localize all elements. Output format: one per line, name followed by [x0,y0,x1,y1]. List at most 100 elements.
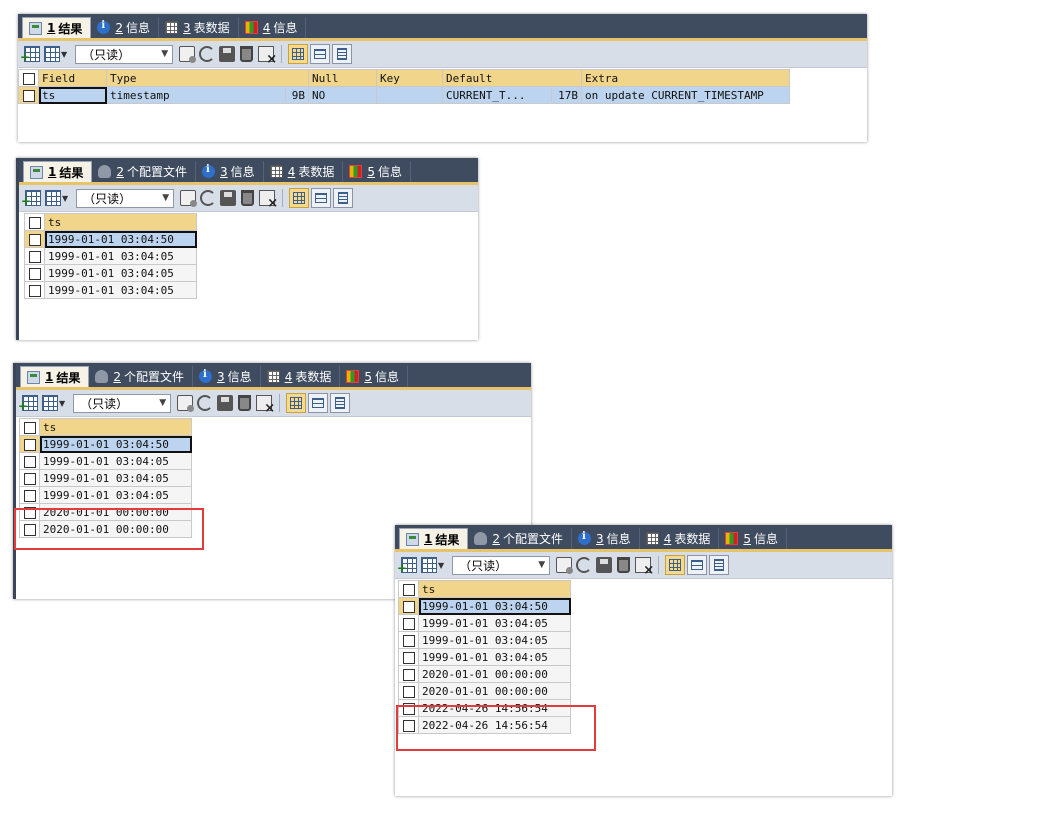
select-all-checkbox[interactable] [24,213,45,231]
row-checkbox[interactable] [19,469,40,487]
export-icon[interactable] [44,46,60,62]
table-row[interactable]: 1999-01-01 03:04:50 [24,230,197,248]
table-row[interactable]: 1999-01-01 03:04:05 [398,614,571,632]
tab-result[interactable]: 1 结果 [22,17,92,38]
cancel-changes-icon[interactable] [256,395,275,416]
row-checkbox[interactable] [24,281,45,299]
column-header[interactable]: Key [376,69,443,87]
cell-type[interactable]: timestamp 9B [106,86,309,104]
readonly-select[interactable]: （只读） ▼ [73,393,172,413]
form-view-button[interactable] [687,555,708,575]
refresh-icon[interactable] [200,190,217,206]
text-view-button[interactable] [709,555,730,575]
export-icon[interactable] [42,395,58,411]
cancel-changes-icon[interactable] [259,190,278,211]
cell-ts[interactable]: 1999-01-01 03:04:05 [418,614,571,632]
cell-ts[interactable]: 2020-01-01 00:00:00 [418,665,571,683]
tab-profile[interactable]: 2 个配置文件 [92,161,197,182]
column-header[interactable]: Field [38,69,107,87]
copy-row-icon[interactable] [179,46,197,63]
column-header[interactable]: Null [308,69,377,87]
chevron-down-icon[interactable]: ▼ [59,399,65,408]
row-checkbox[interactable] [19,435,40,453]
save-icon[interactable] [217,395,234,411]
tab-result[interactable]: 1 结果 [23,161,93,182]
form-view-button[interactable] [308,393,329,413]
cell-ts[interactable]: 1999-01-01 03:04:50 [44,230,197,248]
row-checkbox[interactable] [398,631,419,649]
chevron-down-icon[interactable]: ▼ [438,561,444,570]
grid-view-button[interactable] [289,188,310,208]
readonly-select[interactable]: （只读） ▼ [452,555,551,575]
add-row-icon[interactable] [21,190,41,208]
row-checkbox[interactable] [18,86,39,104]
cell-null[interactable]: NO [308,86,377,104]
cell-key[interactable] [376,86,443,104]
trash-icon[interactable] [238,395,252,411]
table-row[interactable]: 1999-01-01 03:04:05 [19,469,192,487]
table-row[interactable]: 1999-01-01 03:04:05 [398,631,571,649]
table-row[interactable]: 1999-01-01 03:04:05 [24,247,197,265]
trash-icon[interactable] [241,190,255,206]
refresh-icon[interactable] [199,46,216,62]
chevron-down-icon[interactable]: ▼ [62,194,68,203]
cell-ts[interactable]: 1999-01-01 03:04:05 [44,264,197,282]
cell-ts[interactable]: 1999-01-01 03:04:05 [418,631,571,649]
grid-view-button[interactable] [286,393,307,413]
add-row-icon[interactable] [18,395,38,413]
save-icon[interactable] [219,46,236,62]
cell-ts[interactable]: 2020-01-01 00:00:00 [418,682,571,700]
select-all-checkbox[interactable] [398,580,419,598]
tab-profile[interactable]: 2 个配置文件 [89,366,194,387]
column-header[interactable]: ts [39,418,192,436]
row-checkbox[interactable] [398,665,419,683]
text-view-button[interactable] [333,188,354,208]
row-checkbox[interactable] [398,648,419,666]
row-checkbox[interactable] [24,264,45,282]
form-view-button[interactable] [310,44,331,64]
cell-ts[interactable]: 1999-01-01 03:04:05 [44,247,197,265]
tab-info-2[interactable]: 5 信息 [343,161,411,182]
column-header[interactable]: ts [44,213,197,231]
row-checkbox[interactable] [398,597,419,615]
select-all-checkbox[interactable] [18,69,39,87]
cell-ts[interactable]: 1999-01-01 03:04:05 [418,648,571,666]
column-header[interactable]: Extra [581,69,790,87]
tab-info-2[interactable]: 5 信息 [340,366,408,387]
trash-icon[interactable] [617,557,631,573]
tab-table-data[interactable]: 4 表数据 [640,528,720,549]
tab-result[interactable]: 1 结果 [399,528,469,549]
column-header[interactable]: ts [418,580,571,598]
table-row[interactable]: 1999-01-01 03:04:05 [24,264,197,282]
text-view-button[interactable] [332,44,353,64]
tab-result[interactable]: 1 结果 [20,366,90,387]
table-row[interactable]: 1999-01-01 03:04:05 [398,648,571,666]
export-icon[interactable] [45,190,61,206]
tab-info-2[interactable]: 5 信息 [719,528,787,549]
tab-info[interactable]: 3 信息 [193,366,261,387]
copy-row-icon[interactable] [177,395,195,412]
cancel-changes-icon[interactable] [635,557,654,578]
cell-ts[interactable]: 1999-01-01 03:04:50 [418,597,571,615]
column-header[interactable]: Type [106,69,309,87]
export-icon[interactable] [421,557,437,573]
tab-table-data[interactable]: 4 表数据 [264,161,344,182]
table-row[interactable]: 1999-01-01 03:04:05 [19,452,192,470]
row-checkbox[interactable] [398,614,419,632]
cell-ts[interactable]: 1999-01-01 03:04:05 [44,281,197,299]
save-icon[interactable] [220,190,237,206]
cell-field[interactable]: ts [38,86,107,104]
column-header[interactable]: Default [442,69,582,87]
table-row[interactable]: 2020-01-01 00:00:00 [398,665,571,683]
chevron-down-icon[interactable]: ▼ [61,50,67,59]
table-row[interactable]: 1999-01-01 03:04:50 [398,597,571,615]
row-checkbox[interactable] [398,682,419,700]
tab-info[interactable]: 2 信息 [91,17,160,38]
cell-ts[interactable]: 1999-01-01 03:04:05 [39,486,192,504]
readonly-select[interactable]: （只读） ▼ [76,188,175,208]
refresh-icon[interactable] [197,395,214,411]
row-checkbox[interactable] [24,247,45,265]
form-view-button[interactable] [311,188,332,208]
table-row[interactable]: 1999-01-01 03:04:05 [24,281,197,299]
copy-row-icon[interactable] [180,190,198,207]
